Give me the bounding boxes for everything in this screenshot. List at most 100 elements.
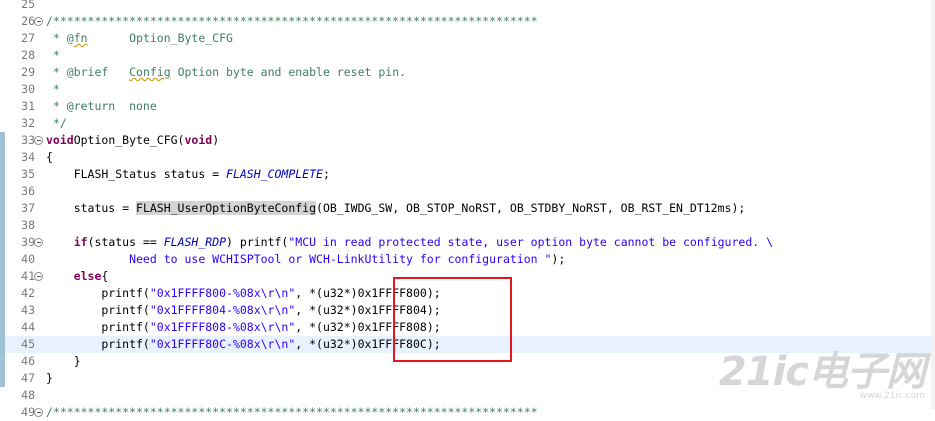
line-number: 41 [21,269,35,283]
code-token: /***************************************… [46,14,538,28]
code-token: "0x1FFFF800-%08x\r\n" [149,286,296,300]
code-line[interactable]: 35 FLASH_Status status = FLASH_COMPLETE; [0,166,935,183]
line-number: 46 [21,354,35,368]
code-line[interactable]: 26 /*************************************… [0,13,935,30]
line-number: 45 [21,337,35,351]
code-token: else [73,269,102,283]
code-text: */ [46,115,67,132]
line-number: 31 [21,99,35,113]
code-token: printf( [46,320,150,334]
code-token: ) printf( [226,235,289,249]
annotation-box [393,277,512,362]
line-number: 37 [21,201,35,215]
line-number: 35 [21,167,35,181]
line-number: 40 [21,252,35,266]
code-line[interactable]: 34 { [0,149,935,166]
fold-collapse-icon[interactable] [34,238,43,247]
code-line[interactable]: 40 Need to use WCHISPTool or WCH-LinkUti… [0,251,935,268]
code-text: * @return none [46,98,157,115]
code-text: { [46,149,53,166]
code-token: * @ [46,31,74,45]
code-text: /***************************************… [46,13,538,30]
code-token: ); [551,252,566,266]
code-token: FLASH_COMPLETE [226,167,323,181]
line-number: 32 [21,116,35,130]
code-line[interactable]: 38 [0,217,935,234]
line-number: 27 [21,31,35,45]
code-line[interactable]: 32 */ [0,115,935,132]
code-token: fn [73,31,88,45]
code-text: printf("0x1FFFF800-%08x\r\n", *(u32*)0x1… [46,285,440,302]
line-number: 49 [21,405,35,419]
code-token: * [46,82,60,96]
code-text: else{ [46,268,109,285]
code-line[interactable]: 31 * @return none [0,98,935,115]
code-token: printf( [46,303,150,317]
code-token: * [46,48,60,62]
code-token: "0x1FFFF808-%08x\r\n" [149,320,296,334]
fold-collapse-icon[interactable] [34,272,43,281]
code-text: /***************************************… [46,404,538,421]
fold-collapse-icon[interactable] [34,136,43,145]
line-number: 29 [21,65,35,79]
code-text: } [46,370,53,387]
code-token: } [46,354,81,368]
code-text: if(status == FLASH_RDP) printf("MCU in r… [46,234,773,251]
code-text: Need to use WCHISPTool or WCH-LinkUtilit… [46,251,565,268]
code-line[interactable]: 28 * [0,47,935,64]
fold-collapse-icon[interactable] [34,408,43,417]
code-line[interactable]: 39 if(status == FLASH_RDP) printf("MCU i… [0,234,935,251]
line-number: 34 [21,150,35,164]
line-number: 30 [21,82,35,96]
code-token: ; [322,167,330,181]
code-token: FLASH_Status status = [46,167,227,181]
code-token: "MCU in read protected state, user optio… [288,235,774,249]
code-text: } [46,353,81,370]
code-token: printf( [46,337,150,351]
code-token: } [46,371,53,385]
code-token: FLASH_UserOptionByteConfig [136,201,317,215]
code-text: * [46,81,60,98]
code-text: voidOption_Byte_CFG(void) [46,132,219,149]
code-line[interactable]: 36 [0,183,935,200]
code-token: "0x1FFFF80C-%08x\r\n" [149,337,296,351]
code-line[interactable]: 29 * @brief Config Option byte and enabl… [0,64,935,81]
line-number: 43 [21,303,35,317]
code-token: if [73,235,88,249]
code-text: printf("0x1FFFF808-%08x\r\n", *(u32*)0x1… [46,319,440,336]
line-number: 28 [21,48,35,62]
code-token: */ [46,116,67,130]
code-line[interactable]: 49 /*************************************… [0,404,935,421]
code-token: ) [212,133,220,147]
code-token: (OB_IWDG_SW, OB_STOP_NoRST, OB_STDBY_NoR… [316,201,746,215]
line-number: 25 [21,0,35,11]
line-number: 38 [21,218,35,232]
line-number: 48 [21,388,35,402]
code-text: * @fn Option_Byte_CFG [46,30,233,47]
code-token: Option_Byte_CFG( [73,133,185,147]
line-number: 42 [21,286,35,300]
code-text: printf("0x1FFFF80C-%08x\r\n", *(u32*)0x1… [46,336,440,353]
code-token: /***************************************… [46,405,538,419]
line-number: 33 [21,133,35,147]
code-token: "0x1FFFF804-%08x\r\n" [149,303,296,317]
line-number: 39 [21,235,35,249]
code-token: * @brief [46,65,130,79]
fold-collapse-icon[interactable] [34,17,43,26]
code-token: (status == [87,235,164,249]
code-token: { [101,269,109,283]
code-line[interactable]: 30 * [0,81,935,98]
code-token: { [46,150,53,164]
code-line[interactable]: 33 voidOption_Byte_CFG(void) [0,132,935,149]
code-text: printf("0x1FFFF804-%08x\r\n", *(u32*)0x1… [46,302,440,319]
vertical-scrollbar[interactable] [931,0,935,409]
code-line[interactable]: 27 * @fn Option_Byte_CFG [0,30,935,47]
code-line[interactable]: 25 [0,0,935,13]
line-number: 36 [21,184,35,198]
line-number: 26 [21,14,35,28]
code-text: FLASH_Status status = FLASH_COMPLETE; [46,166,330,183]
line-number: 47 [21,371,35,385]
code-line[interactable]: 37 status = FLASH_UserOptionByteConfig(O… [0,200,935,217]
line-number: 44 [21,320,35,334]
